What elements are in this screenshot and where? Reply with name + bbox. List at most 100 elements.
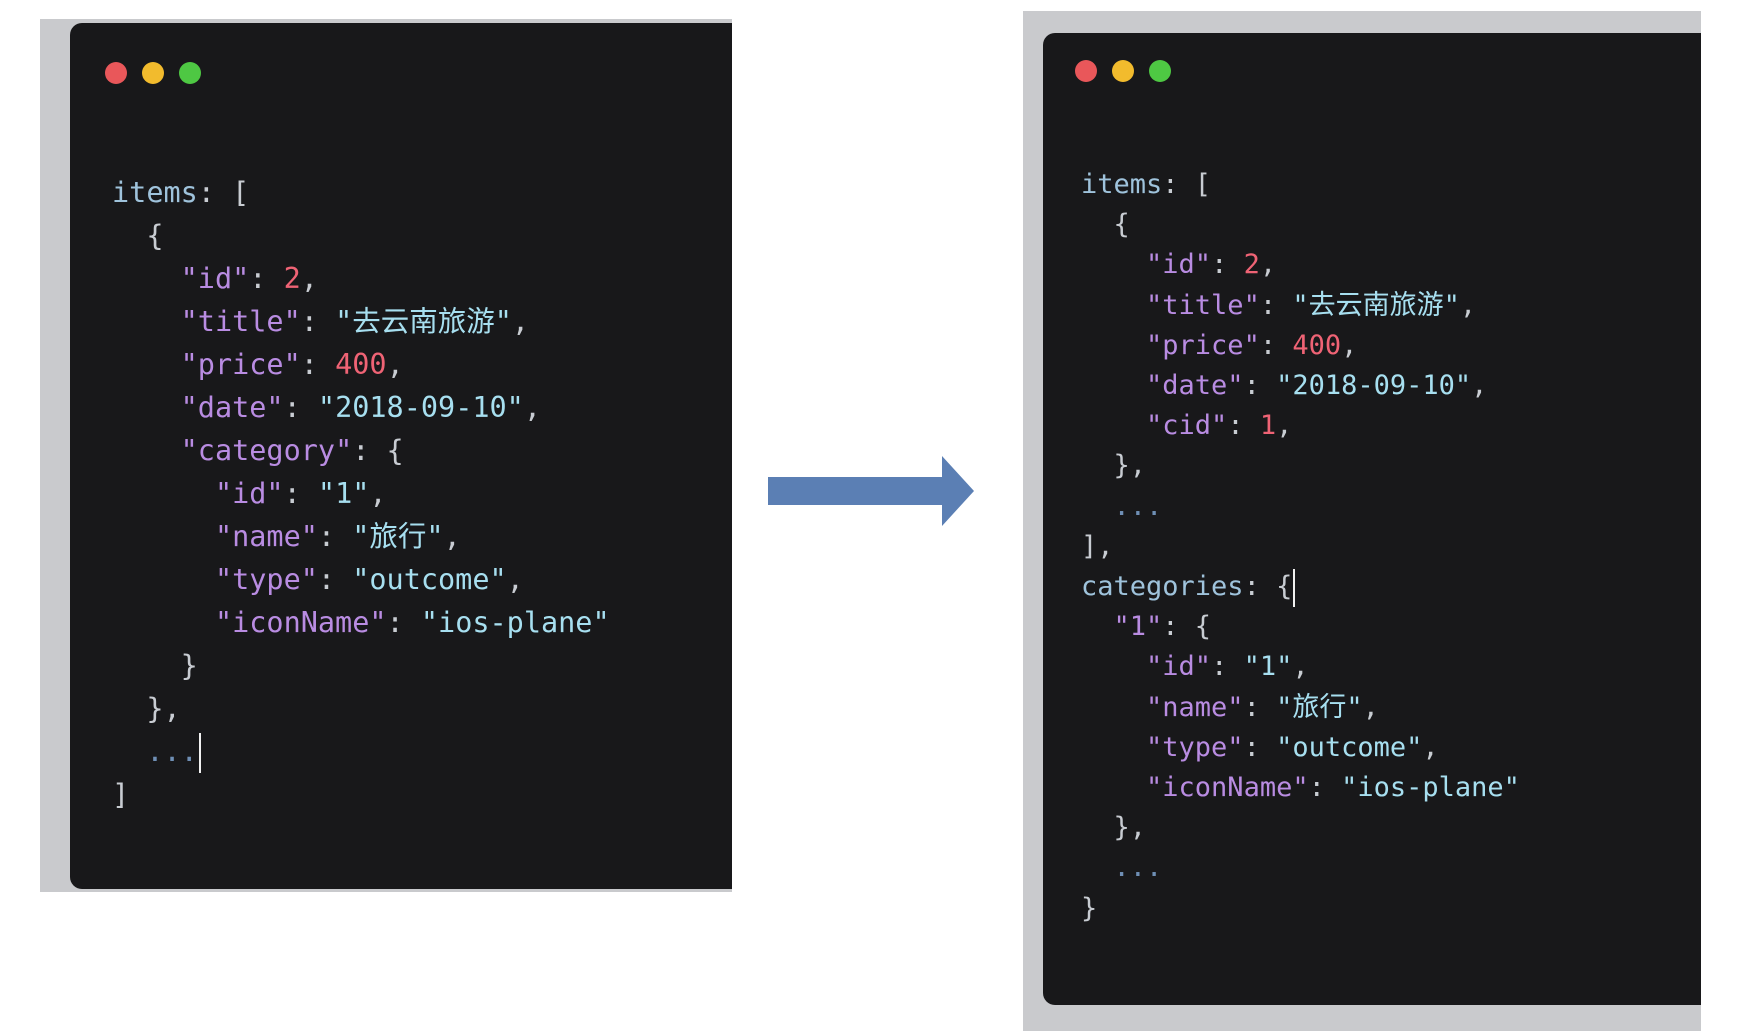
json-key: "name" xyxy=(1146,691,1244,723)
punctuation: } xyxy=(1081,892,1098,924)
ellipsis: ... xyxy=(1113,490,1163,522)
punctuation: : xyxy=(283,477,318,510)
ellipsis: ... xyxy=(1113,852,1163,884)
code-line: { xyxy=(1081,205,1520,245)
close-dot-icon xyxy=(105,62,127,84)
code-identifier: items xyxy=(1081,169,1163,200)
right-window-controls xyxy=(1075,60,1171,82)
number-value: 1 xyxy=(1259,410,1277,442)
punctuation: }, xyxy=(1081,450,1147,482)
punctuation xyxy=(1081,290,1146,321)
punctuation: }, xyxy=(112,692,181,725)
punctuation xyxy=(1081,410,1146,441)
code-identifier: items xyxy=(112,176,198,209)
punctuation: : xyxy=(300,348,336,381)
string-value: "旅行" xyxy=(1276,691,1363,723)
punctuation: , xyxy=(1471,370,1488,402)
right-code-block: items: [ { "id": 2, "title": "去云南旅游", "p… xyxy=(1081,165,1520,929)
code-line: "price": 400, xyxy=(1081,326,1520,366)
punctuation xyxy=(112,262,181,295)
number-value: 2 xyxy=(283,262,301,295)
left-code-window: items: [ { "id": 2, "title": "去云南旅游", "p… xyxy=(70,23,732,889)
punctuation xyxy=(1081,370,1146,401)
code-line: "id": "1", xyxy=(1081,647,1520,687)
punctuation xyxy=(1081,491,1114,522)
json-key: "date" xyxy=(1146,370,1244,402)
json-key: "id" xyxy=(180,262,250,295)
text-cursor xyxy=(198,733,201,773)
code-identifier: categories xyxy=(1081,571,1244,603)
json-key: "1" xyxy=(1113,611,1163,643)
code-line: "title": "去云南旅游", xyxy=(112,300,610,343)
string-value: "ios-plane" xyxy=(420,606,610,639)
code-line: items: [ xyxy=(112,171,610,214)
punctuation xyxy=(1081,852,1114,883)
json-key: "iconName" xyxy=(1146,772,1309,804)
code-line: } xyxy=(112,644,610,687)
punctuation xyxy=(112,348,181,381)
json-key: "title" xyxy=(1146,289,1260,321)
code-line: }, xyxy=(1081,446,1520,486)
minimize-dot-icon xyxy=(142,62,164,84)
minimize-dot-icon xyxy=(1112,60,1134,82)
number-value: 400 xyxy=(1292,329,1342,361)
punctuation xyxy=(112,477,215,510)
punctuation: : xyxy=(1308,772,1342,804)
code-line: "type": "outcome", xyxy=(112,558,610,601)
number-value: 400 xyxy=(335,348,387,381)
code-line: ... xyxy=(1081,848,1520,888)
code-line: "id": 2, xyxy=(112,257,610,300)
punctuation: , xyxy=(506,563,524,596)
json-key: "title" xyxy=(180,305,301,338)
code-line: "iconName": "ios-plane" xyxy=(1081,768,1520,808)
json-key: "price" xyxy=(180,348,301,381)
string-value: "2018-09-10" xyxy=(1276,370,1472,402)
right-arrow-icon xyxy=(768,456,974,526)
punctuation: , xyxy=(511,305,530,338)
punctuation: : xyxy=(1243,731,1277,763)
code-line: "cid": 1, xyxy=(1081,406,1520,446)
punctuation: : { xyxy=(1162,611,1212,643)
punctuation: : xyxy=(1227,410,1260,442)
json-key: "date" xyxy=(180,391,284,424)
code-line: "price": 400, xyxy=(112,343,610,386)
json-key: "iconName" xyxy=(214,606,387,639)
punctuation xyxy=(112,520,215,553)
punctuation: , xyxy=(1362,691,1379,723)
code-line: ... xyxy=(1081,487,1520,527)
punctuation: : { xyxy=(352,434,404,467)
punctuation: : xyxy=(1243,370,1277,402)
close-dot-icon xyxy=(1075,60,1097,82)
punctuation xyxy=(112,563,215,596)
string-value: "旅行" xyxy=(352,520,444,553)
punctuation: } xyxy=(112,649,198,682)
punctuation: , xyxy=(300,262,318,295)
json-key: "price" xyxy=(1146,329,1260,361)
code-line: "date": "2018-09-10", xyxy=(1081,366,1520,406)
punctuation: ], xyxy=(1081,530,1114,562)
json-key: "category" xyxy=(180,434,353,467)
json-key: "cid" xyxy=(1146,410,1228,442)
code-line: "name": "旅行", xyxy=(112,515,610,558)
punctuation: : xyxy=(317,520,353,553)
string-value: "1" xyxy=(1243,651,1293,683)
punctuation xyxy=(112,434,181,467)
json-key: "type" xyxy=(214,563,318,596)
punctuation: { xyxy=(112,219,164,252)
punctuation: , xyxy=(386,348,404,381)
code-line: "1": { xyxy=(1081,607,1520,647)
code-line: ] xyxy=(112,773,610,816)
punctuation: : [ xyxy=(1162,169,1212,200)
punctuation: { xyxy=(1081,209,1130,241)
code-line: "id": 2, xyxy=(1081,245,1520,285)
code-line: "title": "去云南旅游", xyxy=(1081,286,1520,326)
punctuation: : xyxy=(1211,249,1244,281)
punctuation xyxy=(112,606,215,639)
punctuation: : xyxy=(1211,651,1244,683)
left-window-controls xyxy=(105,62,201,84)
json-key: "id" xyxy=(214,477,284,510)
code-line: }, xyxy=(112,687,610,730)
punctuation: }, xyxy=(1081,812,1147,844)
punctuation: , xyxy=(1292,651,1309,683)
string-value: "1" xyxy=(317,477,370,510)
